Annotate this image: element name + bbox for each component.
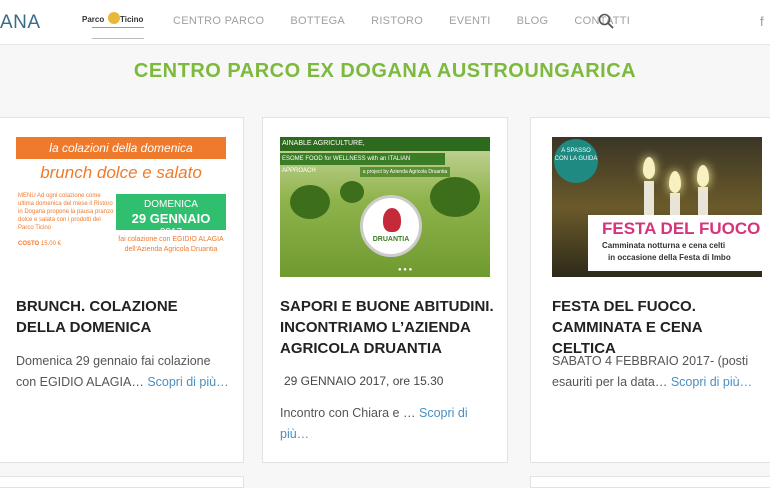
nav-item-ristoro[interactable]: RISTORO (371, 15, 423, 27)
nav-item-bottega[interactable]: BOTTEGA (290, 15, 345, 27)
page-title: CENTRO PARCO EX DOGANA AUSTROUNGARICA (133, 60, 637, 82)
image-band-3: a project by Azienda Agricola Druantia (360, 167, 450, 177)
post-image-festa-fuoco[interactable]: A SPASSO CON LA GUIDA FESTA DEL FUOCO Ca… (552, 137, 762, 277)
parco-ticino-logo[interactable]: Parco Ticino (82, 5, 152, 41)
post-excerpt: SABATO 4 FEBBRAIO 2017- (posti esauriti … (552, 354, 753, 389)
post-excerpt: Incontro con Chiara e … Scopri di più… (280, 406, 468, 441)
post-meta: 29 GENNAIO 2017, ore 15.30 (284, 374, 444, 388)
image-band-2: ESOME FOOD for WELLNESS with an ITALIAN … (280, 153, 445, 174)
image-subheader: brunch dolce e salato (40, 163, 202, 182)
image-band-1: AINABLE AGRICULTURE, (280, 137, 490, 151)
top-bar: ANA Parco Ticino CENTRO PARCO BOTTEGA RI… (0, 0, 770, 45)
post-title[interactable]: FESTA DEL FUOCO. CAMMINATA E CENA CELTIC… (552, 296, 767, 359)
post-image-druantia[interactable]: AINABLE AGRICULTURE, ESOME FOOD for WELL… (280, 137, 490, 277)
slider-dots-icon: ● ● ● (398, 267, 413, 273)
post-card-festa-fuoco: A SPASSO CON LA GUIDA FESTA DEL FUOCO Ca… (530, 117, 770, 463)
image-header: la colazioni della domenica (16, 137, 226, 159)
image-right-text: fai colazione con EGIDIO ALAGIA dell'Azi… (118, 236, 224, 253)
post-title[interactable]: SAPORI E BUONE ABITUDINI. INCONTRIAMO L’… (280, 296, 495, 359)
image-date-box: DOMENICA 29 GENNAIO 2017 (116, 194, 226, 238)
post-card-next (530, 476, 770, 488)
site-brand[interactable]: ANA (0, 12, 41, 34)
nav-item-eventi[interactable]: EVENTI (449, 15, 491, 27)
main-nav: CENTRO PARCO BOTTEGA RISTORO EVENTI BLOG… (173, 15, 656, 27)
nav-item-centro-parco[interactable]: CENTRO PARCO (173, 15, 264, 27)
facebook-icon[interactable]: f (760, 14, 764, 29)
image-badge: A SPASSO CON LA GUIDA (554, 139, 598, 183)
post-card-brunch: la colazioni della domenica brunch dolce… (0, 117, 244, 463)
read-more-link[interactable]: Scopri di più… (147, 375, 228, 389)
logo-text-right: Ticino (120, 15, 144, 24)
figure-icon (383, 208, 401, 232)
sun-icon (108, 12, 120, 24)
post-image-brunch[interactable]: la colazioni della domenica brunch dolce… (16, 137, 226, 277)
logo-text-left: Parco (82, 15, 105, 24)
nav-item-blog[interactable]: BLOG (517, 15, 549, 27)
druantia-logo: DRUANTIA (360, 195, 422, 257)
search-icon[interactable] (598, 13, 614, 29)
post-card-druantia: AINABLE AGRICULTURE, ESOME FOOD for WELL… (262, 117, 508, 463)
image-menu-text: MENU Ad ogni colazione come ultima domen… (18, 193, 114, 247)
image-panel: FESTA DEL FUOCO Camminata notturna e cen… (588, 215, 762, 271)
post-excerpt: Domenica 29 gennaio fai colazione con EG… (16, 354, 229, 389)
logo-subtitle-lines (92, 27, 144, 39)
post-card-next (0, 476, 244, 488)
read-more-link[interactable]: Scopri di più… (671, 375, 752, 389)
post-title[interactable]: BRUNCH. COLAZIONE DELLA DOMENICA (16, 296, 231, 338)
